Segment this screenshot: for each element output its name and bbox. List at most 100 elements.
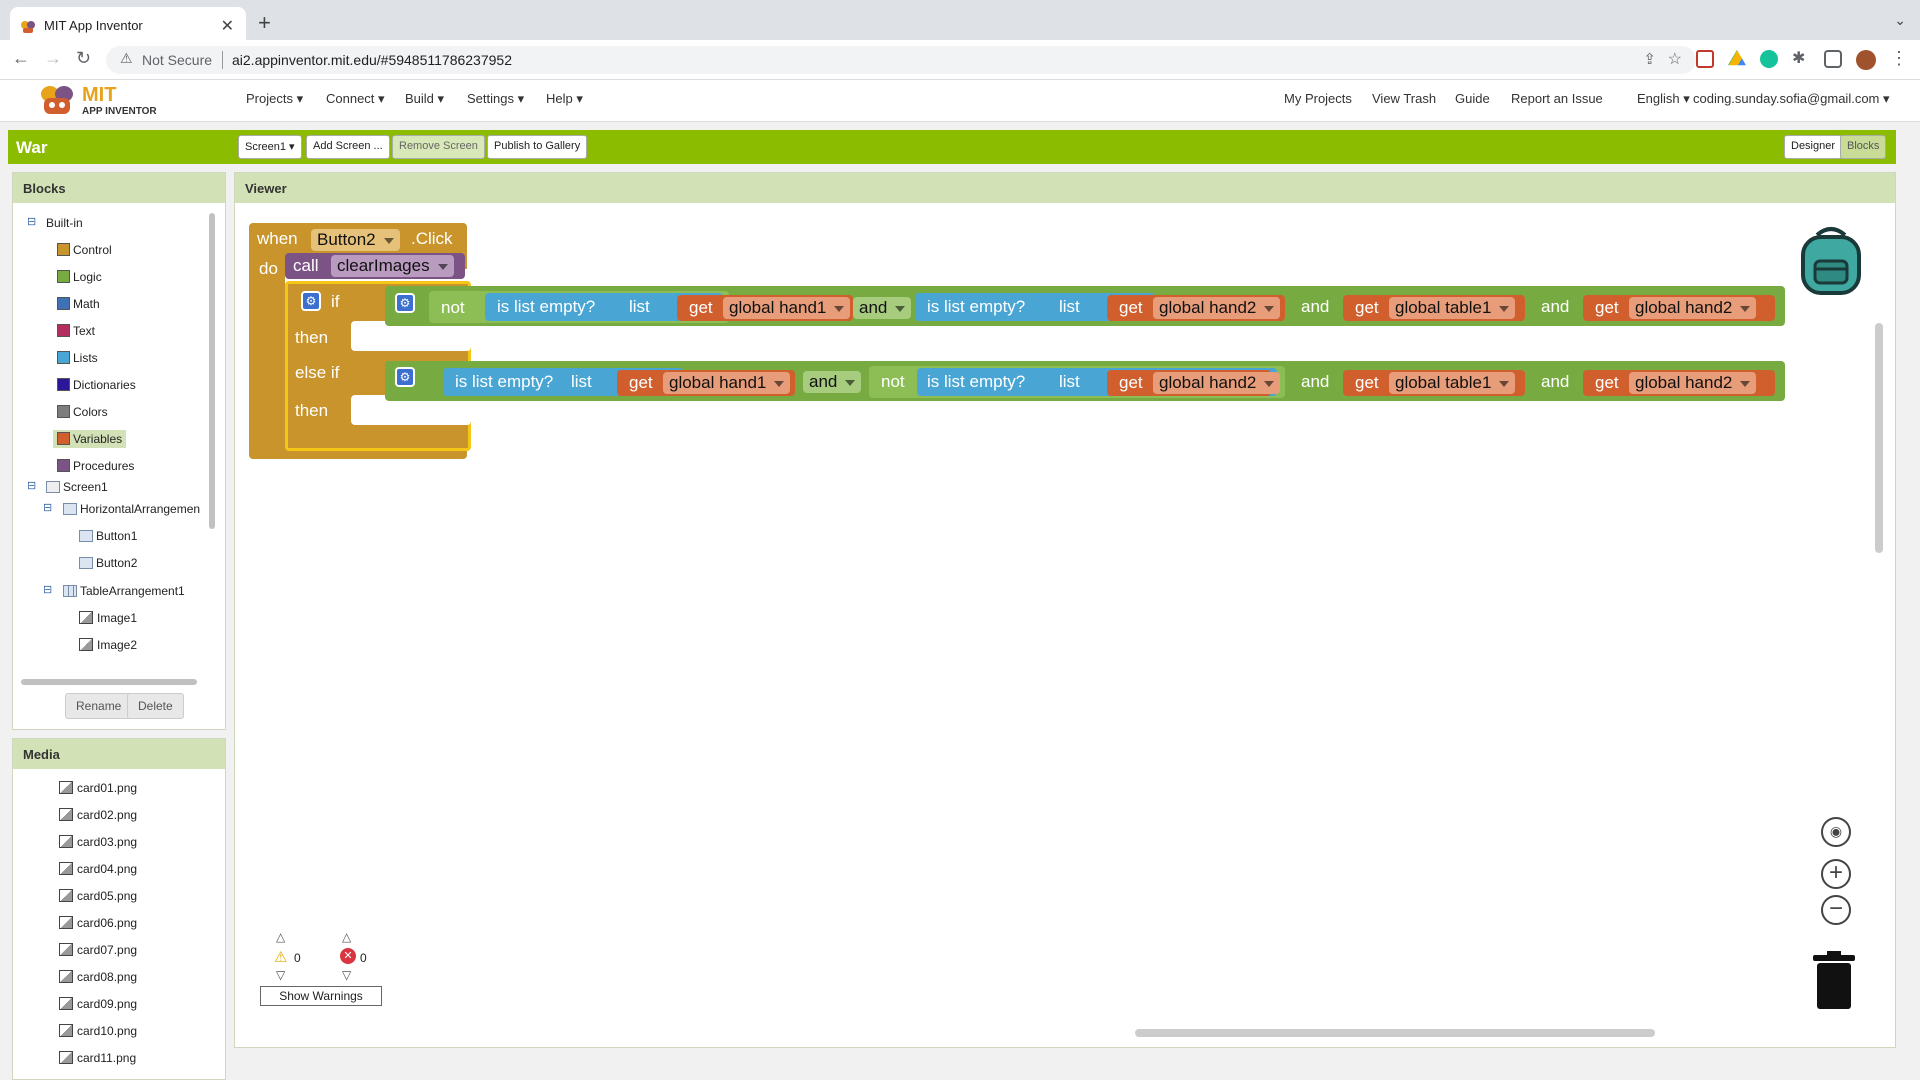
media-file-item[interactable]: card04.png: [59, 862, 137, 876]
close-tab-icon[interactable]: ✕: [221, 16, 234, 36]
var-table1-dropdown-2[interactable]: global table1: [1389, 372, 1516, 394]
tree-builtin[interactable]: Built-in: [46, 216, 83, 230]
language-select[interactable]: English ▾: [1637, 91, 1690, 107]
menu-settings[interactable]: Settings ▾: [467, 91, 524, 107]
link-report-issue[interactable]: Report an Issue: [1511, 91, 1603, 106]
var-table1-dropdown-1[interactable]: global table1: [1389, 297, 1516, 319]
tree-horizontal-arrangement[interactable]: HorizontalArrangemen: [63, 502, 200, 516]
builtin-logic[interactable]: Logic: [57, 270, 102, 284]
zoom-out-icon[interactable]: −: [1821, 895, 1851, 925]
link-guide[interactable]: Guide: [1455, 91, 1490, 106]
media-file-item[interactable]: card05.png: [59, 889, 137, 903]
menu-help[interactable]: Help ▾: [546, 91, 583, 107]
publish-gallery-button[interactable]: Publish to Gallery: [487, 135, 588, 159]
app-inventor-logo[interactable]: MIT APP INVENTOR: [36, 84, 166, 120]
and-dropdown-1[interactable]: and: [853, 297, 912, 319]
workspace-scrollbar-v[interactable]: [1875, 323, 1883, 553]
media-file-item[interactable]: card09.png: [59, 997, 137, 1011]
error-up-arrow-icon[interactable]: △: [342, 930, 351, 944]
screen-select-button[interactable]: Screen1 ▾: [238, 135, 302, 159]
builtin-lists[interactable]: Lists: [57, 351, 98, 365]
blocks-button[interactable]: Blocks: [1840, 135, 1887, 159]
error-down-arrow-icon[interactable]: ▽: [342, 968, 351, 982]
tree-table-arrangement[interactable]: TableArrangement1: [63, 584, 185, 598]
omnibox[interactable]: ⚠ Not Secure ai2.appinventor.mit.edu/#59…: [106, 46, 1696, 74]
delete-button[interactable]: Delete: [127, 693, 184, 719]
collapse-builtin-icon[interactable]: ⊟: [27, 215, 36, 228]
cast-extension-icon[interactable]: [1696, 50, 1714, 68]
side-panel-icon[interactable]: [1824, 50, 1842, 68]
component-dropdown[interactable]: Button2: [311, 229, 400, 251]
not-secure-label[interactable]: Not Secure: [142, 52, 212, 68]
builtin-variables[interactable]: Variables: [53, 430, 127, 448]
media-file-item[interactable]: card03.png: [59, 835, 137, 849]
back-arrow-icon[interactable]: ←: [12, 48, 30, 69]
builtin-colors[interactable]: Colors: [57, 405, 108, 419]
add-screen-button[interactable]: Add Screen ...: [306, 135, 390, 159]
and-mutator-gear-icon-2[interactable]: ⚙: [395, 367, 415, 387]
var-hand2-dropdown-4[interactable]: global hand2: [1629, 372, 1757, 394]
browser-menu-icon[interactable]: ⋮: [1890, 48, 1908, 69]
designer-button[interactable]: Designer: [1784, 135, 1843, 159]
and-mutator-gear-icon-1[interactable]: ⚙: [395, 293, 415, 313]
bookmark-star-icon[interactable]: ☆: [1668, 49, 1682, 69]
backpack-icon[interactable]: [1795, 225, 1867, 297]
account-menu[interactable]: coding.sunday.sofia@gmail.com ▾: [1693, 91, 1890, 107]
media-file-item[interactable]: card11.png: [59, 1051, 136, 1065]
extensions-puzzle-icon[interactable]: ✱: [1792, 48, 1810, 67]
warning-down-arrow-icon[interactable]: ▽: [276, 968, 285, 982]
forward-arrow-icon[interactable]: →: [44, 48, 62, 69]
share-icon[interactable]: ⇪: [1643, 50, 1656, 68]
builtin-control[interactable]: Control: [57, 243, 112, 257]
google-drive-icon[interactable]: [1728, 50, 1746, 66]
warning-up-arrow-icon[interactable]: △: [276, 930, 285, 944]
tree-image1[interactable]: Image1: [79, 611, 137, 625]
menu-projects[interactable]: Projects ▾: [246, 91, 303, 107]
media-file-item[interactable]: card01.png: [59, 781, 137, 795]
grammarly-icon[interactable]: [1760, 50, 1778, 68]
link-my-projects[interactable]: My Projects: [1284, 91, 1352, 106]
var-hand2-dropdown-1[interactable]: global hand2: [1153, 297, 1281, 319]
var-hand1-dropdown-1[interactable]: global hand1: [723, 297, 851, 319]
workspace-scrollbar-h[interactable]: [1135, 1029, 1655, 1037]
link-view-trash[interactable]: View Trash: [1372, 91, 1436, 106]
builtin-dictionaries[interactable]: Dictionaries: [57, 378, 136, 392]
profile-avatar[interactable]: [1856, 50, 1876, 70]
trash-can-icon[interactable]: [1811, 951, 1857, 1009]
menu-connect[interactable]: Connect ▾: [326, 91, 385, 107]
var-hand2-dropdown-3[interactable]: global hand2: [1153, 372, 1281, 394]
menu-build[interactable]: Build ▾: [405, 91, 444, 107]
reload-icon[interactable]: ↻: [76, 48, 91, 69]
new-tab-button[interactable]: +: [258, 10, 271, 36]
media-file-item[interactable]: card08.png: [59, 970, 137, 984]
rename-button[interactable]: Rename: [65, 693, 133, 719]
var-hand2-dropdown-2[interactable]: global hand2: [1629, 297, 1757, 319]
media-file-item[interactable]: card10.png: [59, 1024, 137, 1038]
tree-button1[interactable]: Button1: [79, 529, 137, 543]
if-mutator-gear-icon[interactable]: ⚙: [301, 291, 321, 311]
url-text[interactable]: ai2.appinventor.mit.edu/#594851178623795…: [232, 52, 512, 68]
tree-scrollbar-v[interactable]: [209, 213, 215, 529]
builtin-procedures[interactable]: Procedures: [57, 459, 134, 473]
and-dropdown-2[interactable]: and: [803, 371, 862, 393]
builtin-text[interactable]: Text: [57, 324, 95, 338]
tree-screen1[interactable]: Screen1: [46, 480, 108, 494]
show-warnings-button[interactable]: Show Warnings: [260, 986, 382, 1006]
zoom-in-icon[interactable]: +: [1821, 859, 1851, 889]
procedure-dropdown[interactable]: clearImages: [331, 255, 454, 277]
collapse-tablearrangement-icon[interactable]: ⊟: [43, 583, 52, 596]
blocks-workspace[interactable]: when Button2 .Click do call clearImages …: [241, 213, 1889, 1041]
builtin-math[interactable]: Math: [57, 297, 100, 311]
remove-screen-button[interactable]: Remove Screen: [392, 135, 485, 159]
media-file-item[interactable]: card06.png: [59, 916, 137, 930]
collapse-screen1-icon[interactable]: ⊟: [27, 479, 36, 492]
media-file-item[interactable]: card07.png: [59, 943, 137, 957]
tree-button2[interactable]: Button2: [79, 556, 137, 570]
tree-image2[interactable]: Image2: [79, 638, 137, 652]
tree-scrollbar-h[interactable]: [21, 679, 197, 685]
media-file-item[interactable]: card02.png: [59, 808, 137, 822]
collapse-harrangement-icon[interactable]: ⊟: [43, 501, 52, 514]
recenter-target-icon[interactable]: ◉: [1821, 817, 1851, 847]
tab-search-chevron-icon[interactable]: ⌄: [1894, 12, 1906, 29]
var-hand1-dropdown-2[interactable]: global hand1: [663, 372, 791, 394]
